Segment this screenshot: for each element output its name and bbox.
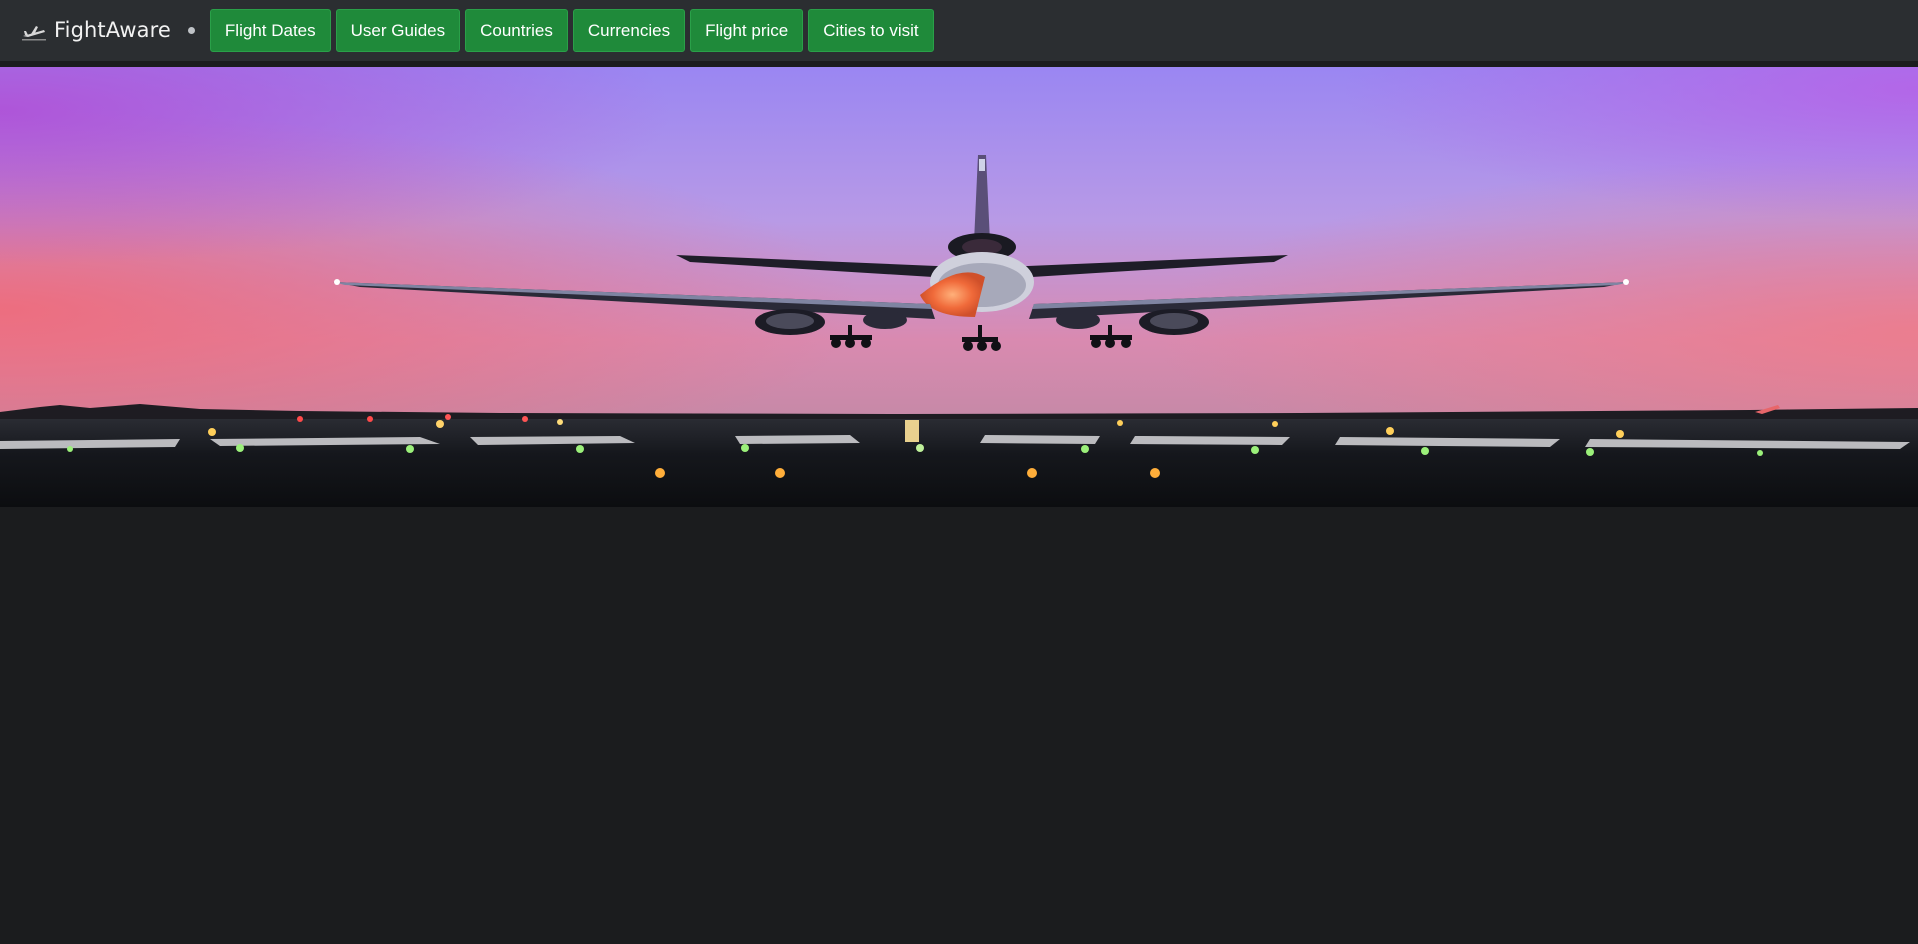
brand-link[interactable]: FightAware [22, 11, 171, 51]
hero-banner [0, 67, 1918, 507]
nav-button-user-guides[interactable]: User Guides [335, 9, 461, 52]
brand-name: FightAware [54, 18, 171, 42]
nav-button-countries[interactable]: Countries [465, 9, 568, 52]
plane-icon [22, 25, 46, 40]
hero-plane-landing-image [0, 67, 1918, 507]
nav-button-cities-to-visit[interactable]: Cities to visit [808, 9, 934, 52]
nav-button-group: Flight Dates User Guides Countries Curre… [209, 9, 934, 52]
top-navbar: FightAware Flight Dates User Guides Coun… [0, 0, 1918, 61]
nav-button-flight-dates[interactable]: Flight Dates [209, 9, 331, 52]
nav-separator-dot [187, 27, 195, 34]
nav-button-flight-price[interactable]: Flight price [690, 9, 804, 52]
nav-button-currencies[interactable]: Currencies [572, 9, 686, 52]
